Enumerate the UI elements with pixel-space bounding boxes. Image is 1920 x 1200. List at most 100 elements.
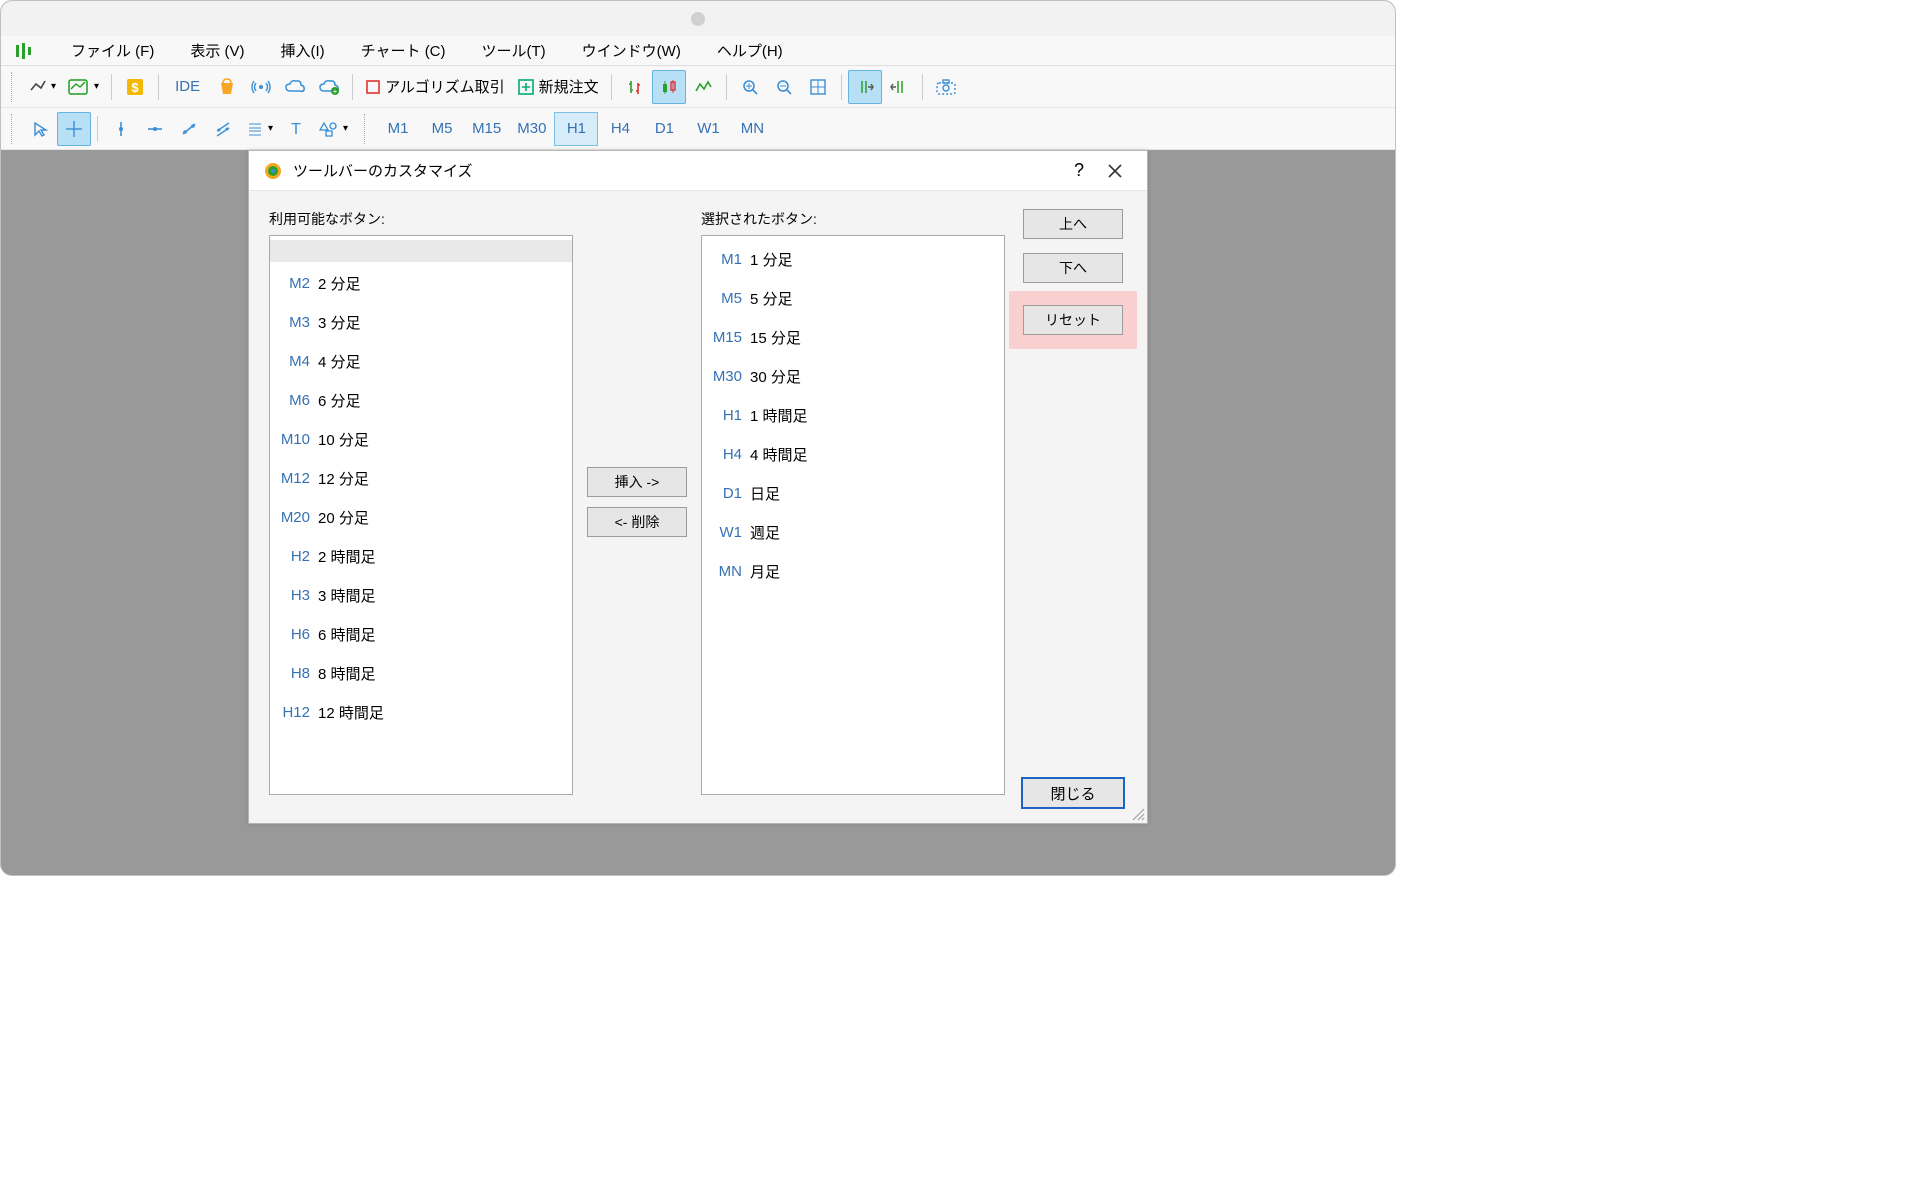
available-listbox[interactable]: M22 分足M33 分足M44 分足M66 分足M1010 分足M1212 分足… — [269, 235, 573, 795]
line-chart-icon[interactable] — [686, 70, 720, 104]
list-item[interactable]: H11 時間足 — [702, 396, 1004, 435]
list-item[interactable]: M22 分足 — [270, 264, 572, 303]
timeframe-mn[interactable]: MN — [730, 112, 774, 146]
timeframe-m15[interactable]: M15 — [464, 112, 509, 146]
cloud-add-button[interactable]: + — [312, 70, 346, 104]
svg-text:+: + — [333, 87, 338, 96]
toolbar-separator — [726, 74, 727, 100]
toolbar-separator — [841, 74, 842, 100]
zoom-out-icon[interactable] — [767, 70, 801, 104]
resize-grip-icon[interactable] — [1131, 807, 1145, 821]
list-item-label: 8 時間足 — [318, 663, 376, 684]
list-item[interactable]: M1212 分足 — [270, 459, 572, 498]
list-item[interactable]: H88 時間足 — [270, 654, 572, 693]
timeframe-d1[interactable]: D1 — [642, 112, 686, 146]
dollar-button[interactable]: $ — [118, 70, 152, 104]
timeframe-w1[interactable]: W1 — [686, 112, 730, 146]
bar-chart-icon[interactable] — [618, 70, 652, 104]
list-item-label: 週足 — [750, 522, 780, 543]
toolbar-draw: ▾ T ▾ M1M5M15M30H1H4D1W1MN — [1, 108, 1395, 150]
list-item[interactable]: H1212 時間足 — [270, 693, 572, 732]
list-item-code: M5 — [708, 290, 750, 307]
list-item[interactable]: M11 分足 — [702, 240, 1004, 279]
menu-file[interactable]: ファイル (F) — [53, 36, 172, 65]
reset-button[interactable]: リセット — [1023, 305, 1123, 335]
screenshot-icon[interactable] — [929, 70, 963, 104]
list-item-label: 1 時間足 — [750, 405, 808, 426]
menu-tool[interactable]: ツール(T) — [464, 36, 564, 65]
channel-icon[interactable] — [206, 112, 240, 146]
algo-trade-button[interactable]: アルゴリズム取引 — [359, 70, 511, 104]
list-item[interactable]: D1日足 — [702, 474, 1004, 513]
crosshair-icon[interactable] — [57, 112, 91, 146]
list-item[interactable]: H22 時間足 — [270, 537, 572, 576]
scroll-right-icon[interactable] — [848, 70, 882, 104]
list-item-label: 1 分足 — [750, 249, 793, 270]
list-item-code: M30 — [708, 368, 750, 385]
list-item-code: H12 — [276, 704, 318, 721]
toolbar-grip-icon[interactable] — [11, 72, 17, 102]
list-item[interactable]: M1010 分足 — [270, 420, 572, 459]
menu-insert[interactable]: 挿入(I) — [263, 36, 343, 65]
help-button[interactable]: ? — [1061, 153, 1097, 189]
list-item[interactable]: M1515 分足 — [702, 318, 1004, 357]
ide-button[interactable]: IDE — [165, 70, 210, 104]
selected-listbox[interactable]: M11 分足M55 分足M1515 分足M3030 分足H11 時間足H44 時… — [701, 235, 1005, 795]
insert-button[interactable]: 挿入 -> — [587, 467, 687, 497]
list-item-label: 20 分足 — [318, 507, 369, 528]
list-item[interactable]: H33 時間足 — [270, 576, 572, 615]
text-icon[interactable]: T — [279, 112, 313, 146]
fibo-icon[interactable]: ▾ — [240, 112, 279, 146]
market-button[interactable] — [210, 70, 244, 104]
toolbar-separator — [922, 74, 923, 100]
up-button[interactable]: 上へ — [1023, 209, 1123, 239]
list-item[interactable]: H44 時間足 — [702, 435, 1004, 474]
zoom-in-icon[interactable] — [733, 70, 767, 104]
menu-chart[interactable]: チャート (C) — [343, 36, 464, 65]
list-item[interactable]: H66 時間足 — [270, 615, 572, 654]
scroll-left-icon[interactable] — [882, 70, 916, 104]
list-item[interactable]: M55 分足 — [702, 279, 1004, 318]
list-item-code: M6 — [276, 392, 318, 409]
delete-button[interactable]: <- 削除 — [587, 507, 687, 537]
menu-help[interactable]: ヘルプ(H) — [699, 36, 801, 65]
list-item[interactable]: M2020 分足 — [270, 498, 572, 537]
chart-type-button[interactable]: ▾ — [23, 70, 62, 104]
list-item[interactable]: M66 分足 — [270, 381, 572, 420]
timeframe-h1[interactable]: H1 — [554, 112, 598, 146]
toolbar-grip-icon[interactable] — [11, 114, 17, 144]
list-item[interactable] — [270, 240, 572, 262]
hline-icon[interactable] — [138, 112, 172, 146]
reset-highlight: リセット — [1009, 291, 1137, 349]
tile-icon[interactable] — [801, 70, 835, 104]
timeframe-m1[interactable]: M1 — [376, 112, 420, 146]
candle-chart-icon[interactable] — [652, 70, 686, 104]
menu-window[interactable]: ウインドウ(W) — [564, 36, 699, 65]
list-item[interactable]: M3030 分足 — [702, 357, 1004, 396]
timeframe-m30[interactable]: M30 — [509, 112, 554, 146]
close-button[interactable]: 閉じる — [1021, 777, 1125, 809]
timeframe-m5[interactable]: M5 — [420, 112, 464, 146]
new-order-button[interactable]: 新規注文 — [511, 70, 605, 104]
indicator-button[interactable]: ▾ — [62, 70, 105, 104]
trendline-icon[interactable] — [172, 112, 206, 146]
list-item-code: D1 — [708, 485, 750, 502]
close-icon[interactable] — [1097, 153, 1133, 189]
app-icon — [13, 41, 33, 61]
shapes-icon[interactable]: ▾ — [313, 112, 354, 146]
toolbar-grip-icon[interactable] — [364, 114, 370, 144]
list-item[interactable]: MN月足 — [702, 552, 1004, 591]
cloud-button[interactable] — [278, 70, 312, 104]
cursor-icon[interactable] — [23, 112, 57, 146]
vline-icon[interactable] — [104, 112, 138, 146]
list-item-label: 10 分足 — [318, 429, 369, 450]
down-button[interactable]: 下へ — [1023, 253, 1123, 283]
menu-view[interactable]: 表示 (V) — [172, 36, 262, 65]
list-item-code: H3 — [276, 587, 318, 604]
list-item-code: M12 — [276, 470, 318, 487]
list-item[interactable]: M33 分足 — [270, 303, 572, 342]
list-item[interactable]: M44 分足 — [270, 342, 572, 381]
list-item[interactable]: W1週足 — [702, 513, 1004, 552]
timeframe-h4[interactable]: H4 — [598, 112, 642, 146]
signal-button[interactable] — [244, 70, 278, 104]
